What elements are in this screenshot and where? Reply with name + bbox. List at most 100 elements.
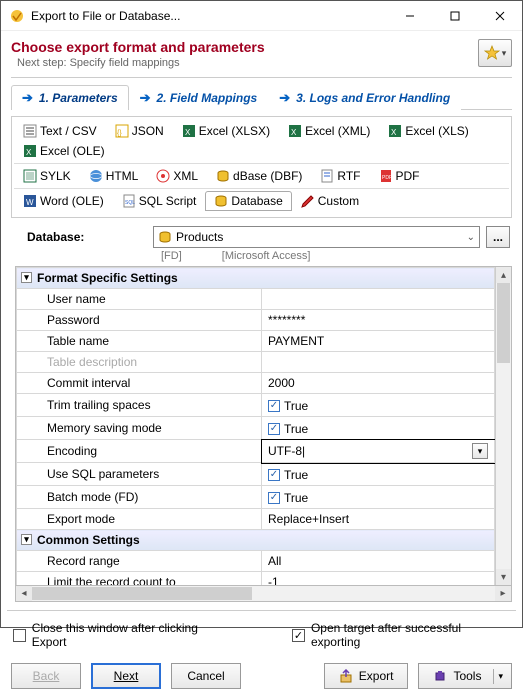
format-excel-ole[interactable]: XExcel (OLE) [14,141,114,161]
property-value[interactable] [262,289,495,310]
checkbox-icon [268,400,280,412]
property-value[interactable]: All [262,551,495,572]
tab-label: 3. Logs and Error Handling [296,91,450,105]
xml-icon [156,169,170,183]
format-json[interactable]: {}JSON [106,121,173,141]
grid-row[interactable]: Commit interval2000 [17,373,495,394]
scroll-down-icon[interactable]: ▾ [496,569,511,585]
tab-field-mappings[interactable]: ➔ 2. Field Mappings [129,85,269,110]
app-icon [9,8,25,24]
export-button[interactable]: Export [324,663,409,689]
checkbox-icon [268,492,280,504]
scroll-up-icon[interactable]: ▴ [496,267,511,283]
database-select[interactable]: Products ⌄ [153,226,480,248]
close-after-export-checkbox[interactable]: Close this window after clicking Export [13,621,232,649]
back-button[interactable]: Back [11,663,81,689]
grid-row[interactable]: Limit the record count to-1 [17,572,495,586]
next-button[interactable]: Next [91,663,161,689]
property-value[interactable]: True [262,417,495,440]
svg-text:{}: {} [117,130,122,137]
grid-row[interactable]: Password******** [17,310,495,331]
wizard-header: Choose export format and parameters Next… [1,31,522,73]
property-value[interactable]: -1 [262,572,495,586]
format-xml[interactable]: XML [147,166,207,186]
format-sylk[interactable]: SYLK [14,166,80,186]
pdf-icon: PDF [379,169,393,183]
checkbox-icon [13,629,26,642]
checkbox-icon [292,629,305,642]
property-value[interactable]: ******** [262,310,495,331]
format-pdf[interactable]: PDFPDF [370,166,429,186]
scroll-left-icon[interactable]: ◂ [16,586,32,601]
checkbox-icon [268,423,280,435]
format-word-ole[interactable]: WWord (OLE) [14,191,113,211]
section-format-specific[interactable]: ▾Format Specific Settings [17,268,495,289]
scroll-right-icon[interactable]: ▸ [495,586,511,601]
format-rtf[interactable]: RTF [311,166,369,186]
property-value[interactable]: True [262,394,495,417]
tab-logs-errors[interactable]: ➔ 3. Logs and Error Handling [268,85,461,110]
format-dbf[interactable]: dBase (DBF) [207,166,311,186]
excel-icon: X [288,124,302,138]
property-value[interactable]: True [262,486,495,509]
database-meta: [FD] [Microsoft Access] [161,250,522,262]
cancel-button[interactable]: Cancel [171,663,241,689]
tab-parameters[interactable]: ➔ 1. Parameters [11,85,129,110]
database-value: Products [176,230,223,244]
grid-row[interactable]: EncodingUTF-8|▾ [17,440,495,463]
tab-label: 2. Field Mappings [157,91,258,105]
format-database[interactable]: Database [205,191,291,211]
database-label: Database: [27,230,147,244]
grid-row[interactable]: Trim trailing spacesTrue [17,394,495,417]
grid-row[interactable]: Table description [17,352,495,373]
property-value[interactable]: True [262,463,495,486]
format-sql-script[interactable]: SQLSQL Script [113,191,206,211]
property-label: Trim trailing spaces [17,394,262,417]
property-value[interactable] [262,352,495,373]
dbf-icon [216,169,230,183]
csv-icon [23,124,37,138]
format-html[interactable]: HTML [80,166,148,186]
grid-row[interactable]: Memory saving modeTrue [17,417,495,440]
scroll-thumb[interactable] [32,587,252,600]
minimize-button[interactable] [387,1,432,30]
grid-row[interactable]: User name [17,289,495,310]
scroll-thumb[interactable] [497,283,510,363]
chevron-down-icon: ▾ [493,669,507,684]
maximize-button[interactable] [432,1,477,30]
format-custom[interactable]: Custom [292,191,368,211]
wizard-steps: ➔ 1. Parameters ➔ 2. Field Mappings ➔ 3.… [11,84,512,110]
favorites-button[interactable]: ▾ [478,39,512,67]
format-xlsx[interactable]: XExcel (XLSX) [173,121,279,141]
property-label: User name [17,289,262,310]
grid-row[interactable]: Export modeReplace+Insert [17,509,495,530]
database-browse-button[interactable]: ... [486,226,510,248]
format-text-csv[interactable]: Text / CSV [14,121,106,141]
titlebar: Export to File or Database... [1,1,522,31]
horizontal-scrollbar[interactable]: ◂ ▸ [15,586,512,602]
section-common[interactable]: ▾Common Settings [17,530,495,551]
database-row: Database: Products ⌄ ... [27,226,510,248]
grid-row[interactable]: Table namePAYMENT [17,331,495,352]
close-button[interactable] [477,1,522,30]
property-value[interactable]: PAYMENT [262,331,495,352]
grid-row[interactable]: Use SQL parametersTrue [17,463,495,486]
format-excel-xml[interactable]: XExcel (XML) [279,121,379,141]
property-value[interactable]: 2000 [262,373,495,394]
property-value[interactable]: Replace+Insert [262,509,495,530]
open-target-checkbox[interactable]: Open target after successful exporting [292,621,510,649]
grid-row[interactable]: Record rangeAll [17,551,495,572]
dropdown-button[interactable]: ▾ [472,443,488,459]
grid-row[interactable]: Batch mode (FD)True [17,486,495,509]
property-value[interactable]: UTF-8|▾ [262,440,495,463]
property-label: Password [17,310,262,331]
collapse-icon: ▾ [21,272,32,283]
vertical-scrollbar[interactable]: ▴ ▾ [495,267,511,585]
format-xls[interactable]: XExcel (XLS) [379,121,477,141]
page-subtitle: Next step: Specify field mappings [17,57,512,69]
tools-button[interactable]: Tools ▾ [418,663,512,689]
driver-label: [FD] [161,250,182,262]
excel-icon: X [182,124,196,138]
tab-label: 1. Parameters [39,91,118,105]
property-label: Table description [17,352,262,373]
